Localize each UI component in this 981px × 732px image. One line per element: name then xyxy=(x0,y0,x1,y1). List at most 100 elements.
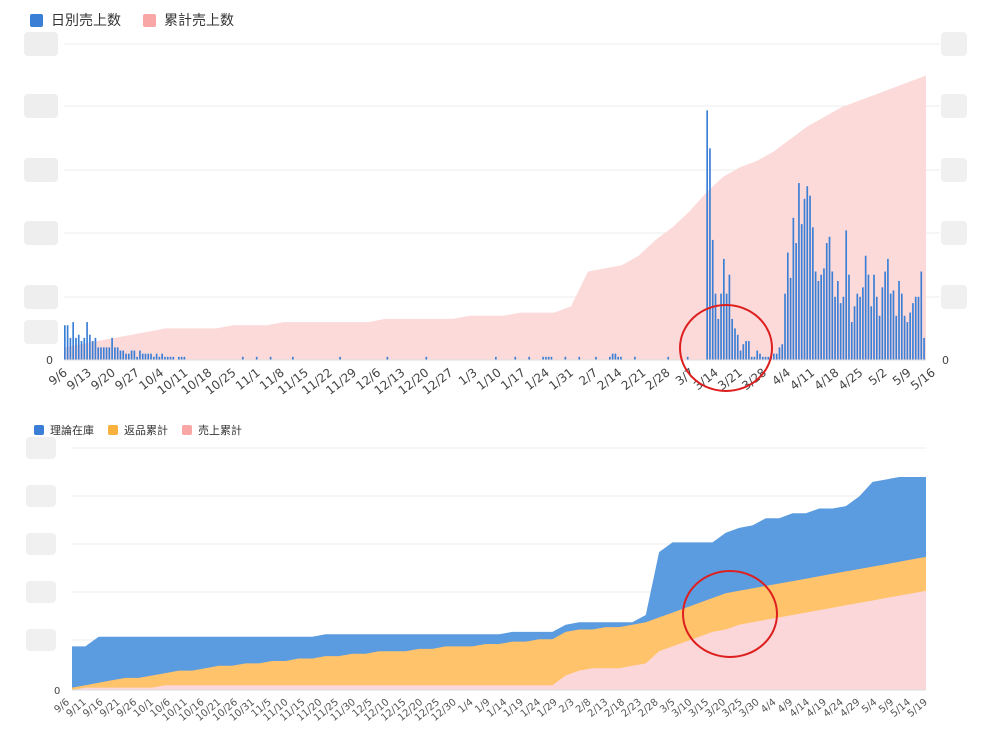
daily-sales-bar xyxy=(845,230,848,360)
daily-sales-bar xyxy=(739,350,742,360)
daily-sales-bar xyxy=(100,347,102,360)
daily-sales-bar xyxy=(789,277,792,360)
left-axis-blurred-tick xyxy=(24,94,58,118)
daily-sales-bar xyxy=(125,353,127,360)
chart-stage: 日別売上数 累計売上数 理論在庫 返品累計 売上累計 0 0 9/6 9/13 9/20… xyxy=(0,0,981,732)
daily-sales-bar xyxy=(828,236,831,360)
daily-sales-bar xyxy=(784,293,786,360)
daily-sales-bar xyxy=(144,353,147,360)
x-tick-label: 2/14 xyxy=(595,365,625,393)
daily-sales-bar xyxy=(706,110,708,360)
daily-sales-bar xyxy=(611,353,614,360)
daily-sales-bar xyxy=(130,350,133,360)
daily-sales-bar xyxy=(614,353,617,360)
x-tick-label: 5/16 xyxy=(908,365,938,393)
x-tick-label: 4/11 xyxy=(787,365,817,393)
x-tick-label: 1/31 xyxy=(546,365,576,393)
daily-sales-bar xyxy=(850,322,853,360)
daily-sales-bar xyxy=(734,328,736,360)
daily-sales-bar xyxy=(102,347,105,360)
daily-sales-bar xyxy=(161,353,163,360)
daily-sales-bar xyxy=(111,337,113,360)
x-tick-label: 1/29 xyxy=(536,697,560,720)
x-tick-label: 9/27 xyxy=(112,365,142,393)
daily-sales-bar xyxy=(133,350,136,360)
daily-sales-bar xyxy=(889,293,892,360)
daily-sales-bar xyxy=(800,224,803,360)
daily-sales-bar xyxy=(64,325,66,360)
daily-sales-bar xyxy=(736,334,739,360)
daily-sales-bar xyxy=(806,186,809,360)
left-axis-blurred-tick xyxy=(26,533,56,555)
right-axis-blurred-tick xyxy=(941,94,967,118)
daily-sales-bar xyxy=(108,347,111,360)
daily-sales-bar xyxy=(80,341,83,360)
daily-sales-bar xyxy=(909,312,911,360)
left-axis-blurred-tick xyxy=(24,221,58,245)
left-axis-blurred-tick xyxy=(26,629,56,651)
x-tick-label: 5/2 xyxy=(866,365,890,388)
daily-sales-bar xyxy=(792,217,795,360)
daily-sales-bar xyxy=(837,281,839,360)
daily-sales-bar xyxy=(795,243,797,360)
daily-sales-bar xyxy=(817,281,820,360)
daily-sales-bar xyxy=(856,293,859,360)
daily-sales-bar xyxy=(903,315,906,360)
daily-sales-bar xyxy=(714,293,717,360)
daily-sales-bar xyxy=(914,296,917,360)
daily-sales-bar xyxy=(884,271,886,360)
daily-sales-bar xyxy=(862,287,864,360)
daily-sales-bar xyxy=(923,337,925,360)
daily-sales-bar xyxy=(83,337,86,360)
daily-sales-bar xyxy=(709,148,711,360)
daily-sales-bar xyxy=(97,347,100,360)
daily-sales-bar xyxy=(150,353,152,360)
daily-sales-bar xyxy=(892,290,895,360)
x-tick-label: 3/30 xyxy=(737,697,761,720)
daily-sales-bar xyxy=(873,274,875,360)
daily-sales-bar xyxy=(139,350,141,360)
daily-sales-bar xyxy=(759,353,761,360)
x-tick-label: 1/10 xyxy=(474,365,504,393)
x-tick-label: 2/21 xyxy=(619,365,649,393)
daily-sales-bar xyxy=(912,303,914,360)
daily-sales-bar xyxy=(820,274,823,360)
daily-sales-bar xyxy=(834,296,836,360)
daily-sales-bar xyxy=(798,183,800,360)
daily-sales-bar xyxy=(745,341,747,360)
right-axis-blurred-tick xyxy=(941,221,967,245)
daily-sales-bar xyxy=(119,350,122,360)
daily-sales-bar xyxy=(127,353,130,360)
daily-sales-bar xyxy=(742,344,745,360)
daily-sales-bar xyxy=(831,271,834,360)
daily-sales-bar xyxy=(66,325,69,360)
daily-sales-bar xyxy=(878,315,881,360)
daily-sales-bar xyxy=(881,287,884,360)
left-axis-blurred-tick xyxy=(24,320,58,344)
daily-sales-bar xyxy=(887,258,889,360)
daily-sales-bar xyxy=(720,293,722,360)
daily-sales-bar xyxy=(89,334,91,360)
daily-sales-bar xyxy=(155,353,158,360)
daily-sales-bar xyxy=(814,271,817,360)
daily-sales-bar xyxy=(864,255,867,360)
daily-sales-bar xyxy=(920,271,923,360)
y-zero-label: 0 xyxy=(54,686,60,697)
x-tick-label: 4/18 xyxy=(812,365,842,393)
left-axis-blurred-tick xyxy=(24,285,58,309)
daily-sales-bar xyxy=(773,353,775,360)
x-tick-label: 1/17 xyxy=(498,365,528,393)
daily-sales-bar xyxy=(870,306,873,360)
daily-sales-bar xyxy=(147,353,150,360)
daily-sales-bar xyxy=(775,353,778,360)
daily-sales-bar xyxy=(786,252,789,360)
right-axis-blurred-tick xyxy=(941,285,967,309)
daily-sales-bar xyxy=(69,337,72,360)
daily-sales-bar xyxy=(898,281,900,360)
right-axis-blurred-tick xyxy=(941,32,967,56)
daily-sales-bar xyxy=(778,347,781,360)
daily-sales-bar xyxy=(823,268,825,360)
daily-sales-bar xyxy=(122,350,125,360)
daily-sales-bar xyxy=(906,322,909,360)
y-left-zero-label: 0 xyxy=(46,354,53,367)
